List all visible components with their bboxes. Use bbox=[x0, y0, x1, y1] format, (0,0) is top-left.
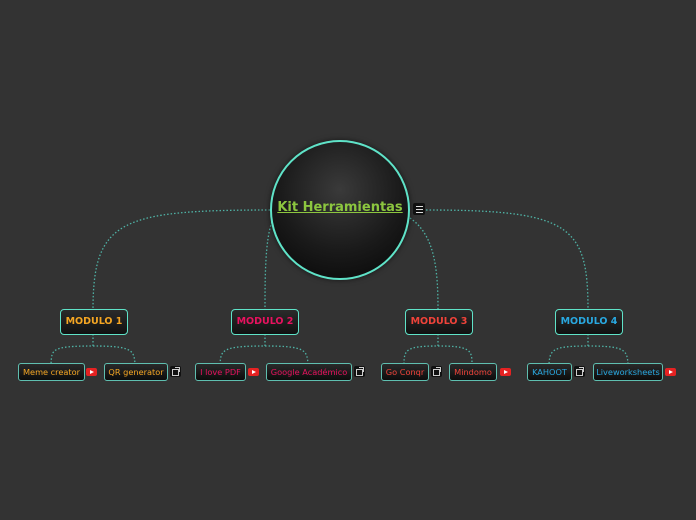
external-link-icon[interactable] bbox=[170, 366, 181, 377]
leaf-label: QR generator bbox=[108, 367, 164, 377]
leaf-node-i-love-pdf[interactable]: I love PDF bbox=[195, 363, 246, 381]
module-label: MODULO 3 bbox=[410, 316, 468, 327]
youtube-icon[interactable] bbox=[86, 368, 97, 376]
leaf-label: Meme creator bbox=[22, 367, 81, 377]
leaf-label: Google Académico bbox=[270, 367, 348, 377]
leaf-node-google-academico[interactable]: Google Académico bbox=[266, 363, 352, 381]
leaf-label: I love PDF bbox=[200, 367, 241, 377]
leaf-node-qr-generator[interactable]: QR generator bbox=[104, 363, 168, 381]
leaf-label: Mindomo bbox=[454, 367, 492, 377]
module-label: MODULO 4 bbox=[560, 316, 618, 327]
leaf-node-kahoot[interactable]: KAHOOT bbox=[527, 363, 572, 381]
youtube-icon[interactable] bbox=[665, 368, 676, 376]
module-node-3[interactable]: MODULO 3 bbox=[405, 309, 473, 335]
leaf-node-meme-creator[interactable]: Meme creator bbox=[18, 363, 85, 381]
youtube-icon[interactable] bbox=[500, 368, 511, 376]
external-link-icon[interactable] bbox=[574, 366, 585, 377]
external-link-icon[interactable] bbox=[354, 366, 365, 377]
module-label: MODULO 2 bbox=[236, 316, 294, 327]
leaf-label: KAHOOT bbox=[532, 367, 567, 377]
leaf-node-go-conqr[interactable]: Go Conqr bbox=[381, 363, 429, 381]
leaf-node-liveworksheets[interactable]: Liveworksheets bbox=[593, 363, 663, 381]
leaf-node-mindomo[interactable]: Mindomo bbox=[449, 363, 497, 381]
menu-icon[interactable] bbox=[413, 203, 425, 215]
module-node-2[interactable]: MODULO 2 bbox=[231, 309, 299, 335]
module-node-4[interactable]: MODULO 4 bbox=[555, 309, 623, 335]
youtube-icon[interactable] bbox=[248, 368, 259, 376]
leaf-label: Go Conqr bbox=[385, 367, 425, 377]
external-link-icon[interactable] bbox=[431, 366, 442, 377]
central-title[interactable]: Kit Herramientas bbox=[270, 200, 410, 215]
module-node-1[interactable]: MODULO 1 bbox=[60, 309, 128, 335]
leaf-label: Liveworksheets bbox=[596, 367, 660, 377]
module-label: MODULO 1 bbox=[65, 316, 123, 327]
